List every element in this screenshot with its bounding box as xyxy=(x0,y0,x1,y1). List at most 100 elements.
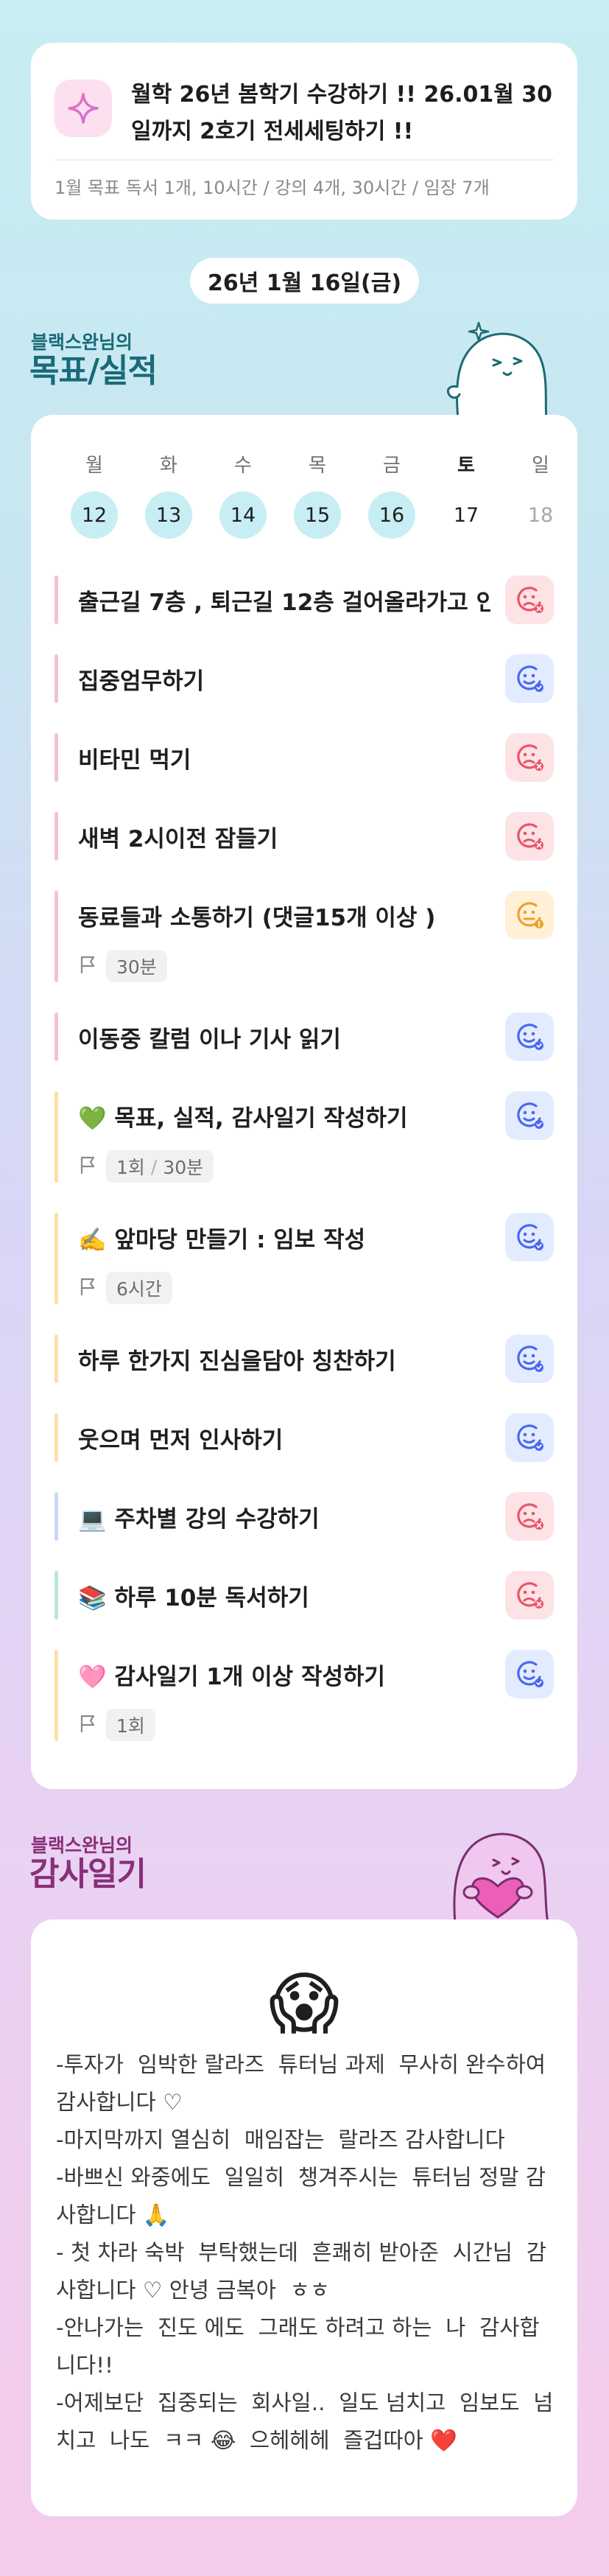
goal-meta-value: 1회 xyxy=(116,1715,145,1737)
goal-label: 출근길 7층 , 퇴근길 12층 걸어올라가고 인 xyxy=(78,589,490,616)
goal-color-bar xyxy=(54,1650,58,1741)
date-pill[interactable]: 26년 1월 16일(금) xyxy=(190,258,419,304)
goals-section-user-label: 블랙스완님의 xyxy=(31,332,133,353)
status-bad-icon[interactable] xyxy=(505,733,554,782)
goal-item[interactable]: 이동중 칼럼 이나 기사 읽기 xyxy=(54,1012,555,1061)
day-button[interactable]: 13 xyxy=(145,491,192,539)
goal-banner-title: 월학 26년 봄학기 수강하기 !! 26.01월 30일까지 2호기 전세세팅… xyxy=(131,82,553,144)
goal-meta-chip: 1회 xyxy=(106,1709,155,1741)
goal-label: 비타민 먹기 xyxy=(78,746,191,774)
goal-item[interactable]: ✍️ 앞마당 만들기 : 임보 작성 6시간 xyxy=(54,1213,555,1304)
goal-label: 하루 한가지 진심을담아 칭찬하기 xyxy=(78,1348,396,1375)
status-good-icon[interactable] xyxy=(505,1012,554,1061)
day-button[interactable]: 12 xyxy=(71,491,118,539)
goal-label: 이동중 칼럼 이나 기사 읽기 xyxy=(78,1026,341,1053)
goal-meta: 30분 xyxy=(78,950,167,982)
goal-color-bar xyxy=(54,1413,58,1462)
goal-meta-value: 30분 xyxy=(116,956,157,978)
status-bad-icon[interactable] xyxy=(505,1571,554,1620)
goal-meta-value: 30분 xyxy=(163,1157,204,1178)
goal-label: 집중엄무하기 xyxy=(78,668,205,695)
divider xyxy=(54,159,554,161)
goal-color-bar xyxy=(54,812,58,861)
goals-card: 월 화 수 목 금 토 일 12 13 14 15 16 17 18 출근길 7… xyxy=(31,415,577,1789)
status-good-icon[interactable] xyxy=(505,1650,554,1698)
goal-item[interactable]: 💻 주차별 강의 수강하기 xyxy=(54,1492,555,1541)
goal-item[interactable]: 동료들과 소통하기 (댓글15개 이상 ) 30분 xyxy=(54,891,555,982)
flag-icon xyxy=(78,1277,97,1299)
goal-item[interactable]: 집중엄무하기 xyxy=(54,654,555,703)
goal-color-bar xyxy=(54,1213,58,1304)
gratitude-section-title: 감사일기 xyxy=(29,1855,147,1893)
gratitude-text: -투자가 임박한 랄라즈 튜터님 과제 무사히 완수하여 감사합니다 ♡ -마지… xyxy=(56,2052,554,2453)
status-bad-icon[interactable] xyxy=(505,1492,554,1541)
goal-item[interactable]: 🩷 감사일기 1개 이상 작성하기 1회 xyxy=(54,1650,555,1741)
day-name: 목 xyxy=(309,455,326,477)
gratitude-section-user-label: 블랙스완님의 xyxy=(31,1835,133,1856)
day-button-today[interactable]: 17 xyxy=(443,491,490,539)
goal-color-bar xyxy=(54,575,58,624)
day-name: 수 xyxy=(234,455,252,477)
sparkle-icon xyxy=(54,80,112,137)
goal-color-bar xyxy=(54,1091,58,1183)
goal-meta-value: 6시간 xyxy=(116,1278,162,1300)
goal-item[interactable]: 💚 목표, 실적, 감사일기 작성하기 1회/30분 xyxy=(54,1091,555,1183)
goal-item[interactable]: 웃으며 먼저 인사하기 xyxy=(54,1413,555,1462)
gratitude-card: 😱 -투자가 임박한 랄라즈 튜터님 과제 무사히 완수하여 감사합니다 ♡ -… xyxy=(31,1919,577,2516)
goal-label: ✍️ 앞마당 만들기 : 임보 작성 xyxy=(78,1226,366,1253)
status-bad-icon[interactable] xyxy=(505,812,554,861)
day-name: 금 xyxy=(383,455,401,477)
week-calendar: 월 화 수 목 금 토 일 12 13 14 15 16 17 18 xyxy=(38,415,570,562)
status-good-icon[interactable] xyxy=(505,654,554,703)
meta-separator: / xyxy=(150,1155,158,1177)
goal-meta-value: 1회 xyxy=(116,1157,145,1178)
goals-section-title: 목표/실적 xyxy=(29,352,158,390)
goal-label: 💻 주차별 강의 수강하기 xyxy=(78,1505,320,1533)
goal-label: 웃으며 먼저 인사하기 xyxy=(78,1427,284,1454)
goal-color-bar xyxy=(54,654,58,703)
goal-item[interactable]: 하루 한가지 진심을담아 칭찬하기 xyxy=(54,1334,555,1383)
goal-meta: 1회/30분 xyxy=(78,1150,214,1183)
goal-color-bar xyxy=(54,1571,58,1620)
goal-color-bar xyxy=(54,891,58,982)
day-button[interactable]: 18 xyxy=(517,491,564,539)
goal-banner-card[interactable]: 월학 26년 봄학기 수강하기 !! 26.01월 30일까지 2호기 전세세팅… xyxy=(31,43,577,220)
day-button[interactable]: 14 xyxy=(219,491,267,539)
status-good-icon[interactable] xyxy=(505,1213,554,1261)
goal-label: 동료들과 소통하기 (댓글15개 이상 ) xyxy=(78,904,436,931)
day-name: 화 xyxy=(160,455,177,477)
goal-meta-chip: 30분 xyxy=(106,950,167,982)
goal-meta-chip: 1회/30분 xyxy=(106,1150,214,1183)
goal-color-bar xyxy=(54,733,58,782)
goal-label: 새벽 2시이전 잠들기 xyxy=(78,825,278,853)
day-button[interactable]: 16 xyxy=(368,491,415,539)
day-name-today: 토 xyxy=(457,455,475,477)
goal-label: 📚 하루 10분 독서하기 xyxy=(78,1584,309,1611)
goal-item[interactable]: 출근길 7층 , 퇴근길 12층 걸어올라가고 인 xyxy=(54,575,555,624)
goal-color-bar xyxy=(54,1492,58,1541)
goal-meta-chip: 6시간 xyxy=(106,1272,172,1304)
status-bad-icon[interactable] xyxy=(505,575,554,624)
goal-meta: 6시간 xyxy=(78,1272,172,1304)
goal-item[interactable]: 비타민 먹기 xyxy=(54,733,555,782)
status-good-icon[interactable] xyxy=(505,1334,554,1383)
status-warn-icon[interactable] xyxy=(505,891,554,939)
flag-icon xyxy=(78,955,97,977)
goal-color-bar xyxy=(54,1012,58,1061)
flag-icon xyxy=(78,1155,97,1177)
scream-emoji: 😱 xyxy=(269,1964,339,2043)
goal-meta: 1회 xyxy=(78,1709,155,1741)
day-name: 월 xyxy=(85,455,103,477)
goal-label: 🩷 감사일기 1개 이상 작성하기 xyxy=(78,1663,386,1690)
day-name: 일 xyxy=(532,455,549,477)
day-button[interactable]: 15 xyxy=(294,491,341,539)
status-good-icon[interactable] xyxy=(505,1413,554,1462)
goal-banner-subtitle: 1월 목표 독서 1개, 10시간 / 강의 4개, 30시간 / 임장 7개 xyxy=(54,178,490,198)
goal-item[interactable]: 📚 하루 10분 독서하기 xyxy=(54,1571,555,1620)
flag-icon xyxy=(78,1714,97,1736)
status-good-icon[interactable] xyxy=(505,1091,554,1140)
mascot-heart-icon xyxy=(453,1833,549,1923)
goal-label: 💚 목표, 실적, 감사일기 작성하기 xyxy=(78,1105,408,1132)
mascot-ghost-icon xyxy=(446,321,548,420)
goal-item[interactable]: 새벽 2시이전 잠들기 xyxy=(54,812,555,861)
